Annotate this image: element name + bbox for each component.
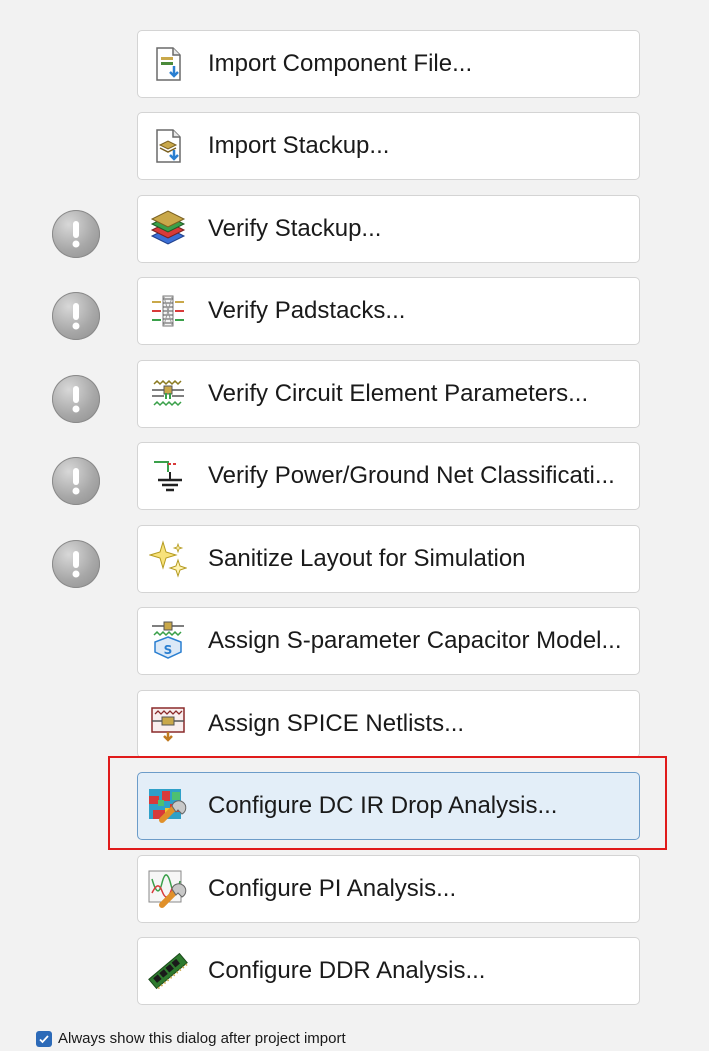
configure-dc-ir-drop-analysis-button[interactable]: Configure DC IR Drop Analysis... <box>137 772 640 840</box>
verify-stackup-label: Verify Stackup... <box>208 215 382 242</box>
step-row-verify-power-ground: Verify Power/Ground Net Classificati... <box>0 442 709 512</box>
warning-status-icon <box>52 457 100 505</box>
warning-status-icon <box>52 210 100 258</box>
assign-s-parameter-label: Assign S-parameter Capacitor Model... <box>208 627 622 654</box>
sparkle-sanitize-icon <box>148 539 188 579</box>
always-show-dialog-label: Always show this dialog after project im… <box>58 1030 346 1047</box>
warning-status-icon <box>52 292 100 340</box>
assign-s-parameter-capacitor-model-button[interactable]: S Assign S-parameter Capacitor Model... <box>137 607 640 675</box>
footer: Always show this dialog after project im… <box>36 1030 346 1047</box>
import-stackup-icon <box>148 126 188 166</box>
step-row-verify-stackup: Verify Stackup... <box>0 195 709 265</box>
verify-padstacks-button[interactable]: Verify Padstacks... <box>137 277 640 345</box>
assign-spice-netlists-button[interactable]: Assign SPICE Netlists... <box>137 690 640 758</box>
import-stackup-label: Import Stackup... <box>208 132 390 159</box>
import-stackup-button[interactable]: Import Stackup... <box>137 112 640 180</box>
configure-dc-ir-drop-label: Configure DC IR Drop Analysis... <box>208 792 558 819</box>
verify-power-ground-net-classification-button[interactable]: Verify Power/Ground Net Classificati... <box>137 442 640 510</box>
padstacks-icon <box>148 291 188 331</box>
warning-status-icon <box>52 540 100 588</box>
step-row-configure-pi: Configure PI Analysis... <box>0 855 709 925</box>
pi-analysis-icon <box>148 869 188 909</box>
power-ground-icon <box>148 456 188 496</box>
step-row-import-component-file: Import Component File... <box>0 30 709 100</box>
step-row-verify-padstacks: Verify Padstacks... <box>0 277 709 347</box>
step-row-verify-circuit-element: Verify Circuit Element Parameters... <box>0 360 709 430</box>
import-component-file-label: Import Component File... <box>208 50 473 77</box>
verify-circuit-element-label: Verify Circuit Element Parameters... <box>208 380 589 407</box>
configure-ddr-analysis-button[interactable]: Configure DDR Analysis... <box>137 937 640 1005</box>
circuit-element-icon <box>148 374 188 414</box>
verify-power-ground-label: Verify Power/Ground Net Classificati... <box>208 462 615 489</box>
configure-ddr-label: Configure DDR Analysis... <box>208 957 486 984</box>
step-row-configure-ddr: Configure DDR Analysis... <box>0 937 709 1007</box>
verify-stackup-button[interactable]: Verify Stackup... <box>137 195 640 263</box>
always-show-dialog-checkbox[interactable] <box>36 1030 52 1047</box>
ddr-memory-icon <box>148 951 188 991</box>
assign-spice-label: Assign SPICE Netlists... <box>208 710 465 737</box>
dc-ir-drop-icon <box>148 786 188 826</box>
configure-pi-label: Configure PI Analysis... <box>208 875 457 902</box>
checkmark-icon <box>39 1034 49 1043</box>
import-component-file-button[interactable]: Import Component File... <box>137 30 640 98</box>
svg-text:S: S <box>164 643 173 657</box>
step-row-assign-s-parameter: S Assign S-parameter Capacitor Model... <box>0 607 709 677</box>
verify-circuit-element-parameters-button[interactable]: Verify Circuit Element Parameters... <box>137 360 640 428</box>
step-row-sanitize-layout: Sanitize Layout for Simulation <box>0 525 709 595</box>
verify-padstacks-label: Verify Padstacks... <box>208 297 406 324</box>
sanitize-layout-label: Sanitize Layout for Simulation <box>208 545 526 572</box>
spice-netlist-icon <box>148 704 188 744</box>
step-row-assign-spice: Assign SPICE Netlists... <box>0 690 709 760</box>
step-row-import-stackup: Import Stackup... <box>0 112 709 182</box>
warning-status-icon <box>52 375 100 423</box>
sanitize-layout-button[interactable]: Sanitize Layout for Simulation <box>137 525 640 593</box>
s-parameter-icon: S <box>148 621 188 661</box>
layers-stackup-icon <box>148 209 188 249</box>
configure-pi-analysis-button[interactable]: Configure PI Analysis... <box>137 855 640 923</box>
import-component-file-icon <box>148 44 188 84</box>
step-row-configure-dc-ir-drop: Configure DC IR Drop Analysis... <box>0 772 709 842</box>
